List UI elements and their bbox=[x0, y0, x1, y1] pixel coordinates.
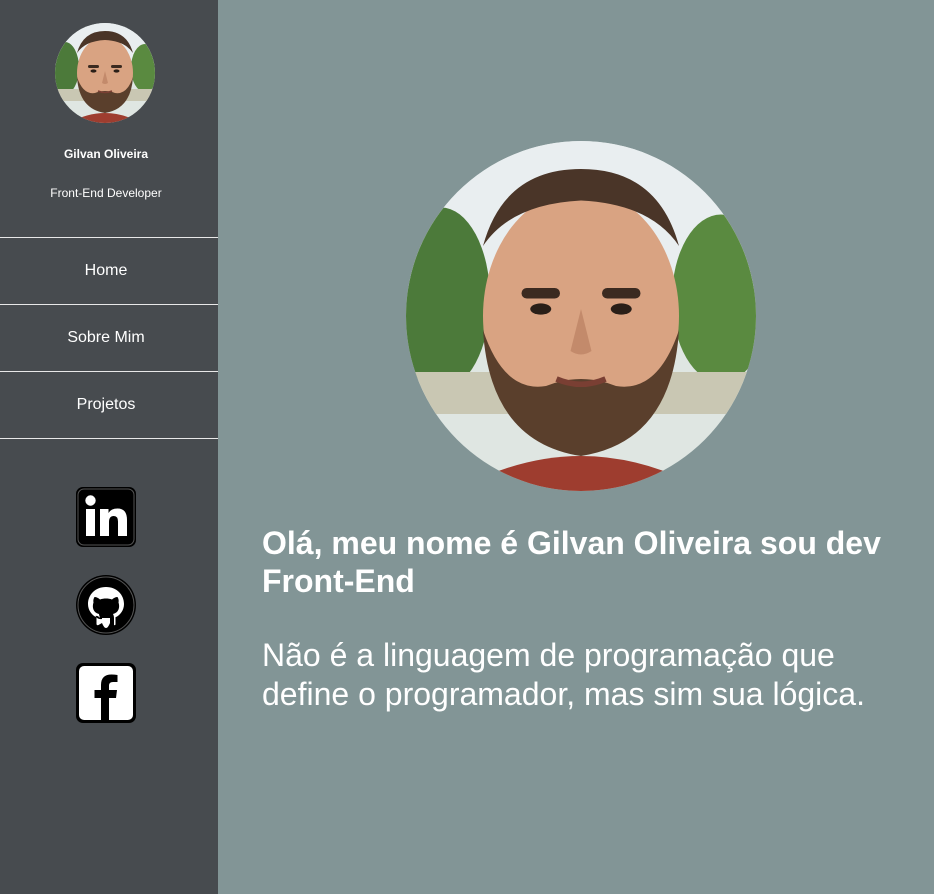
nav-item-label: Sobre Mim bbox=[67, 329, 145, 346]
page: Gilvan Oliveira Front-End Developer Home… bbox=[0, 0, 934, 894]
hero-avatar-image bbox=[406, 141, 756, 491]
profile-role: Front-End Developer bbox=[50, 186, 162, 200]
profile-name: Gilvan Oliveira bbox=[63, 147, 149, 161]
github-icon bbox=[76, 575, 136, 635]
nav-item-sobre-mim[interactable]: Sobre Mim bbox=[0, 305, 218, 372]
nav-item-label: Projetos bbox=[76, 396, 136, 413]
hero-avatar bbox=[406, 141, 756, 491]
linkedin-link[interactable] bbox=[75, 486, 137, 548]
facebook-icon bbox=[76, 663, 136, 723]
sidebar-avatar bbox=[55, 23, 155, 123]
sidebar-nav: Home Sobre Mim Projetos bbox=[0, 237, 218, 439]
main-content: Olá, meu nome é Gilvan Oliveira sou dev … bbox=[218, 0, 934, 894]
sidebar-avatar-image bbox=[55, 23, 155, 123]
sidebar: Gilvan Oliveira Front-End Developer Home… bbox=[0, 0, 218, 894]
nav-item-projetos[interactable]: Projetos bbox=[0, 372, 218, 439]
linkedin-icon bbox=[76, 487, 136, 547]
github-link[interactable] bbox=[75, 574, 137, 636]
headline: Olá, meu nome é Gilvan Oliveira sou dev … bbox=[262, 525, 881, 599]
facebook-link[interactable] bbox=[75, 662, 137, 724]
nav-item-home[interactable]: Home bbox=[0, 238, 218, 305]
quote: Não é a linguagem de programação que def… bbox=[262, 637, 865, 712]
nav-item-label: Home bbox=[84, 262, 128, 279]
